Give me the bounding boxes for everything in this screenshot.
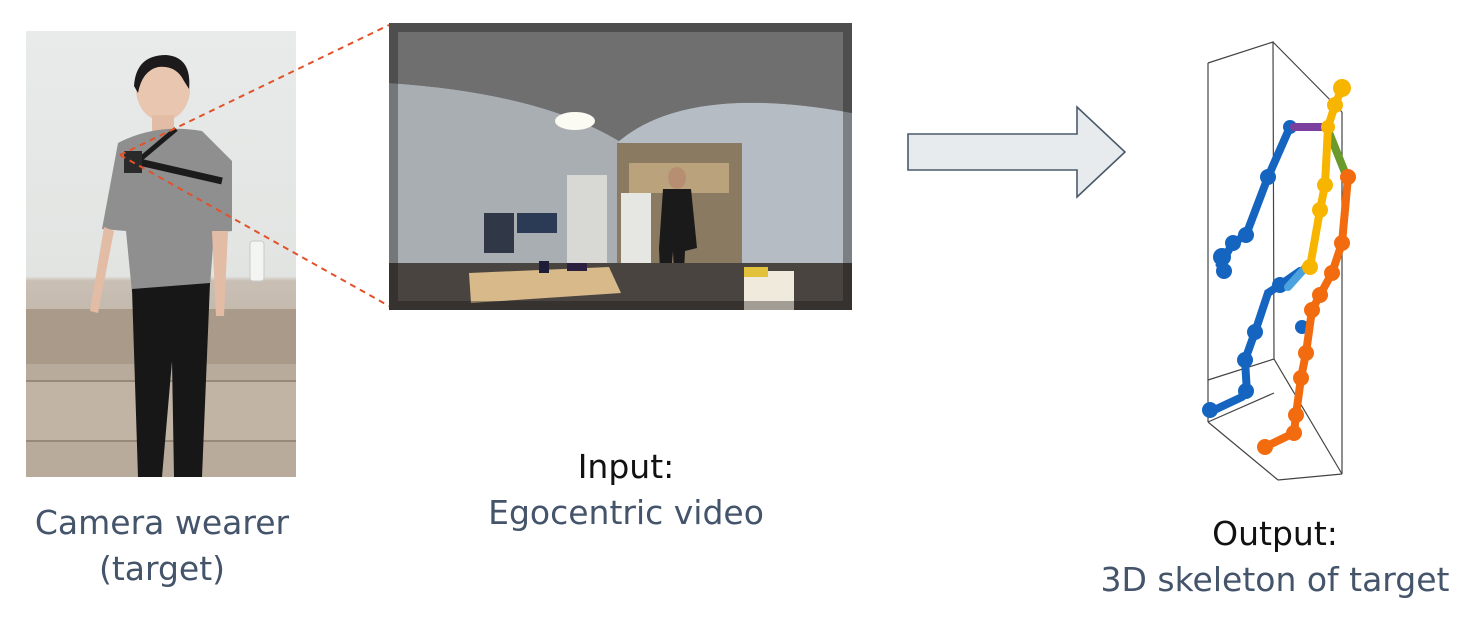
egocentric-scene-illustration: [389, 23, 852, 310]
output-description: 3D skeleton of target: [1100, 560, 1450, 599]
target-label: (target): [98, 549, 226, 588]
egocentric-video-frame: [389, 23, 852, 310]
output-caption: Output: 3D skeleton of target: [1090, 514, 1460, 600]
skeleton-3d-plot: [1202, 41, 1356, 481]
input-caption: Input: Egocentric video: [466, 447, 786, 533]
camera-wearer-caption: Camera wearer (target): [0, 503, 324, 589]
output-title: Output:: [1212, 514, 1338, 553]
input-title: Input:: [577, 447, 675, 486]
skeleton-left-joints: [1202, 120, 1309, 418]
camera-wearer-label: Camera wearer: [34, 503, 290, 542]
zoom-line-bottom: [119, 154, 390, 307]
input-description: Egocentric video: [488, 493, 764, 532]
right-arrow-icon: [907, 105, 1127, 199]
zoom-line-top: [119, 24, 390, 156]
